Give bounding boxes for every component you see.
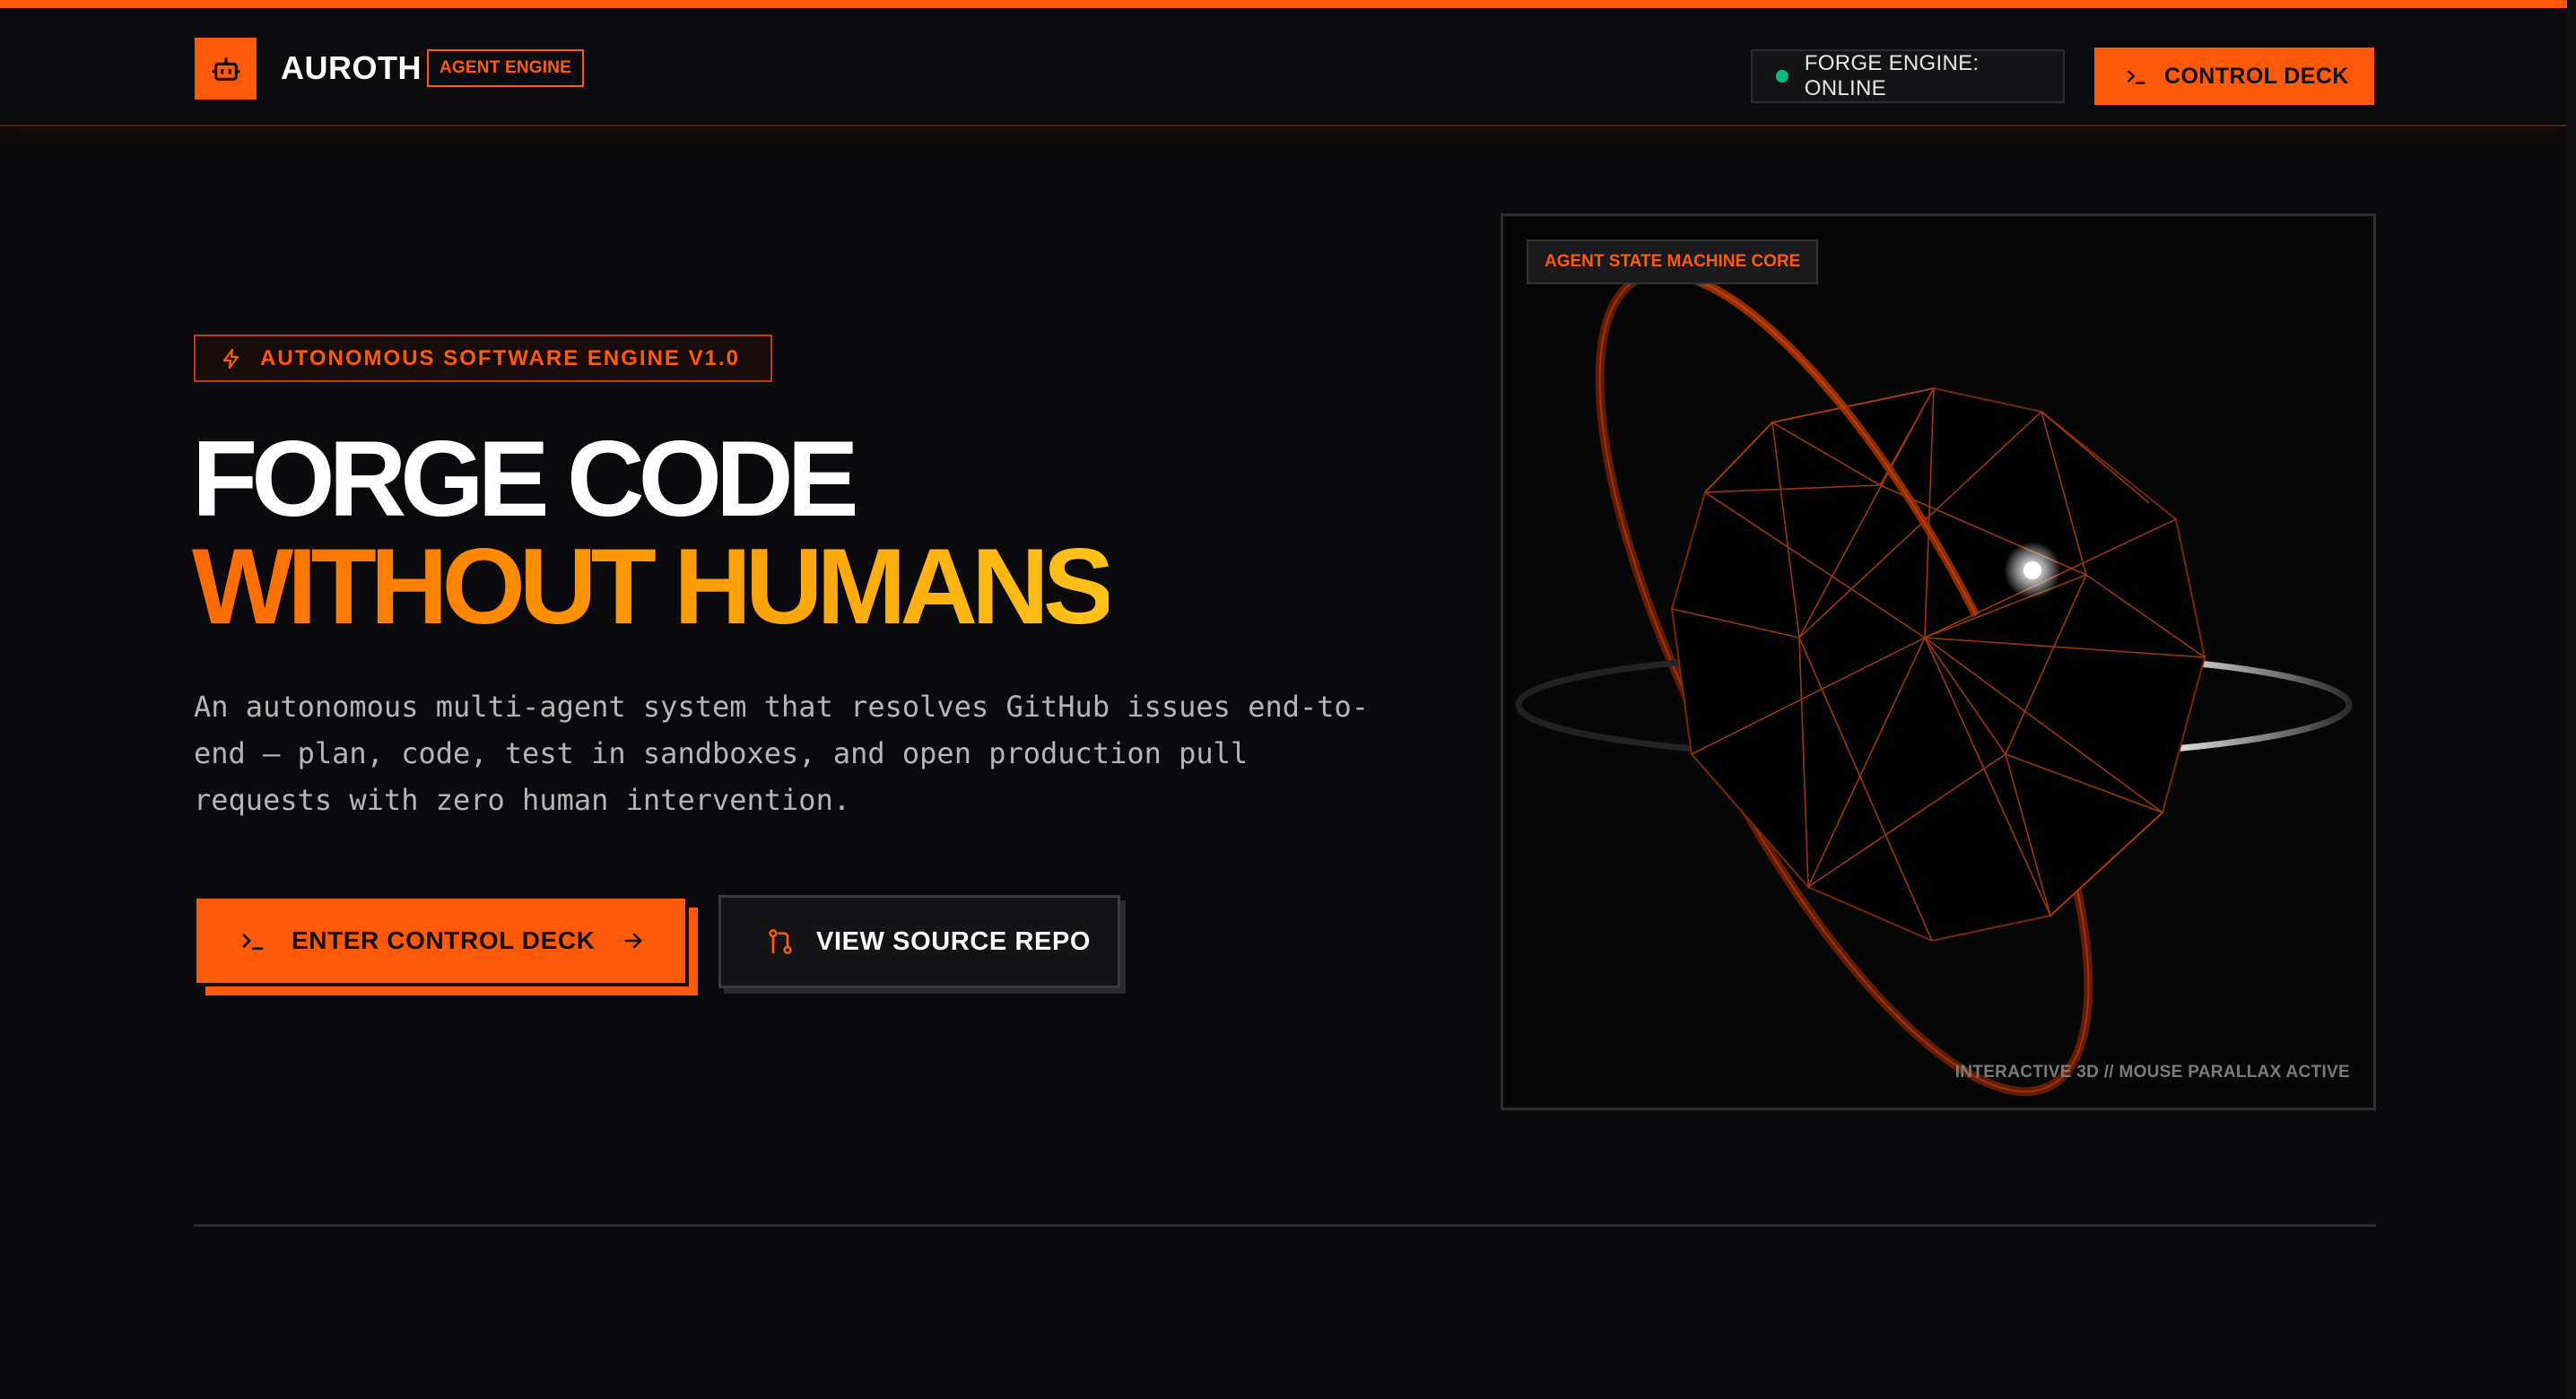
control-deck-label: CONTROL DECK (2164, 63, 2349, 89)
hero-description: An autonomous multi-agent system that re… (194, 690, 1370, 817)
top-accent-bar (0, 0, 2576, 8)
lightning-icon (222, 348, 239, 369)
visual-caption: INTERACTIVE 3D // MOUSE PARALLAX ACTIVE (1954, 1063, 2350, 1082)
hero-title-line-1: FORGE CODE (192, 419, 859, 539)
enter-control-deck-label: ENTER CONTROL DECK (292, 926, 596, 954)
status-text: FORGE ENGINE: ONLINE (1804, 51, 1980, 100)
logo[interactable] (195, 38, 257, 100)
brand-name[interactable]: AUROTH (281, 48, 422, 89)
enter-control-deck-button[interactable]: ENTER CONTROL DECK (196, 899, 689, 986)
hero-badge: AUTONOMOUS SOFTWARE ENGINE V1.0 (194, 335, 772, 382)
agent-core-3d-visual[interactable]: AGENT STATE MACHINE CORE INTERACTIVE 3D … (1501, 213, 2376, 1110)
arrow-right-icon (624, 933, 641, 949)
control-deck-button[interactable]: CONTROL DECK (2094, 48, 2374, 105)
status-dot-icon (1776, 70, 1788, 83)
view-source-repo-label: VIEW SOURCE REPO (816, 926, 1092, 956)
visual-badge: AGENT STATE MACHINE CORE (1527, 239, 1819, 284)
section-divider (194, 1224, 2376, 1227)
robot-icon (211, 56, 240, 81)
sphere-wireframe-graphic (1515, 268, 2353, 1097)
terminal-icon (2128, 70, 2145, 84)
hero-badge-text: AUTONOMOUS SOFTWARE ENGINE V1.0 (260, 345, 740, 370)
engine-status-indicator: FORGE ENGINE: ONLINE (1751, 49, 2065, 103)
hero-title-line-2: WITHOUT HUMANS (192, 526, 1115, 647)
view-source-repo-button[interactable]: VIEW SOURCE REPO (718, 895, 1120, 988)
git-pull-request-icon (769, 929, 792, 954)
top-navbar: AUROTH AGENT ENGINE FORGE ENGINE: ONLINE… (0, 8, 2576, 126)
terminal-icon (242, 934, 264, 951)
brand-badge: AGENT ENGINE (427, 49, 585, 87)
scrollbar[interactable] (2567, 0, 2576, 1399)
